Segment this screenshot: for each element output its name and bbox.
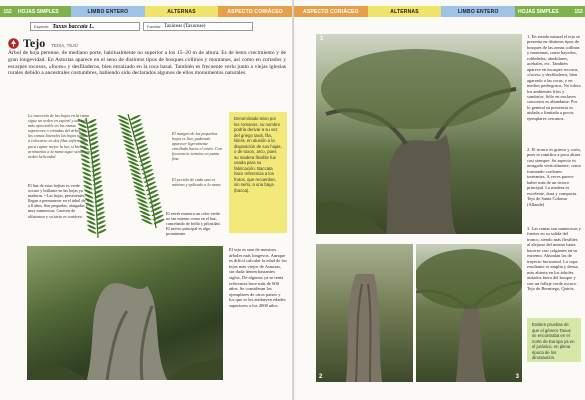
family-name: Taxáceas (Taxaceae) (164, 24, 206, 29)
yew-needle (137, 202, 149, 208)
branches-photo: 3 (416, 244, 522, 382)
longevity-text: El tejo es uno de nuestros árboles más l… (229, 247, 287, 308)
yew-needle (87, 123, 97, 129)
yew-needle (134, 189, 146, 196)
species-label: Especie: (34, 24, 50, 29)
yew-needle (139, 210, 151, 217)
right-header-bar: ASPECTO CORIÁCEO ALTERNAS LIMBO ENTERO H… (294, 6, 585, 17)
left-page: 152 HOJAS SIMPLES LIMBO ENTERO ALTERNAS … (0, 0, 292, 400)
caption-petiole: El peciolo de cada una es mínimo y aplic… (172, 177, 222, 188)
common-names: TEIXA, TEJÚ (51, 42, 78, 48)
caption-leaf-margin: El margen de las pequeñas hojas es liso,… (172, 131, 222, 162)
yew-needle (88, 127, 98, 133)
yew-needle (120, 127, 132, 133)
yew-needle (126, 152, 138, 158)
tab-aspecto-coriaceo-right[interactable]: ASPECTO CORIÁCEO (294, 6, 368, 17)
yew-needle (123, 139, 135, 146)
yew-needle (128, 160, 140, 167)
photo-number-1: 1 (320, 36, 324, 42)
family-box: Familia: Taxáceas (Taxaceae) (143, 22, 253, 31)
page-title: Tejo (23, 36, 46, 50)
etymology-box: Denominado teixo por los romanos, su nom… (229, 112, 287, 233)
tab-alternas[interactable]: ALTERNAS (144, 6, 219, 17)
yew-needle (140, 214, 152, 221)
yew-needle (128, 164, 140, 171)
tab-limbo-entero-right[interactable]: LIMBO ENTERO (441, 6, 516, 17)
yew-needle (136, 198, 148, 204)
left-header-bar: 152 HOJAS SIMPLES LIMBO ENTERO ALTERNAS … (0, 6, 292, 17)
tab-aspecto-coriaceo[interactable]: ASPECTO CORIÁCEO (218, 6, 292, 17)
yew-needle (125, 148, 137, 154)
tree-bullet-icon (8, 38, 19, 49)
species-box: Especie: Taxus baccata L. (30, 22, 140, 31)
right-page: ASPECTO CORIÁCEO ALTERNAS LIMBO ENTERO H… (293, 0, 585, 400)
yew-needle (138, 206, 150, 212)
trunk-photo: 2 (316, 244, 413, 382)
photo-number-3: 3 (515, 374, 519, 380)
page-number: 152 (0, 6, 15, 17)
yew-needle (124, 144, 136, 150)
intro-paragraph: Árbol de hoja perenne, de mediano porte,… (8, 50, 286, 77)
species-name: Taxus baccata L. (52, 23, 95, 30)
yew-needle (132, 181, 144, 187)
yew-needle (133, 185, 145, 192)
yew-needle (122, 135, 134, 142)
yew-needle (97, 224, 107, 230)
jurassic-note-box: Existen pruebas de que el género Taxus s… (527, 318, 581, 362)
yew-needle (97, 229, 107, 234)
habitat-text: 1. En estado natural el tejo se presenta… (527, 34, 581, 121)
yew-needle (121, 131, 133, 138)
photo-number-2: 2 (319, 374, 323, 380)
section-label-right: HOJAS SIMPLES (515, 6, 572, 17)
branches-text: 3. Las ramas son numerosas y fuertes en … (527, 226, 581, 291)
leaf-description: El haz de estas hojitas es verde oscuro … (28, 183, 89, 219)
yew-needle (131, 177, 143, 183)
yew-needle (118, 119, 130, 125)
yew-needle (88, 132, 98, 137)
yew-needle (129, 168, 141, 175)
family-label: Familia: (147, 24, 162, 29)
tab-alternas-right[interactable]: ALTERNAS (367, 6, 442, 17)
species-strip: Especie: Taxus baccata L. Familia: Taxác… (30, 22, 253, 31)
tab-limbo-entero[interactable]: LIMBO ENTERO (71, 6, 145, 17)
yew-needle (135, 193, 147, 200)
yew-needle (130, 173, 142, 179)
old-yew-photo (27, 246, 223, 380)
yew-needle (117, 114, 129, 121)
yew-needle (141, 218, 153, 225)
yew-needle (119, 123, 131, 129)
trunk-text: 2. El tronco es grueso y corto, pues se … (527, 147, 581, 207)
yew-needle (127, 156, 139, 162)
page-number-right: 153 (571, 6, 585, 17)
underside-description: El envés muestra un color verde no tan i… (166, 211, 221, 237)
yew-needle (87, 119, 97, 124)
title-block: Tejo TEIXA, TEJÚ (8, 36, 78, 51)
forest-yew-photo: 1 (316, 34, 522, 234)
section-label: HOJAS SIMPLES (15, 6, 71, 17)
